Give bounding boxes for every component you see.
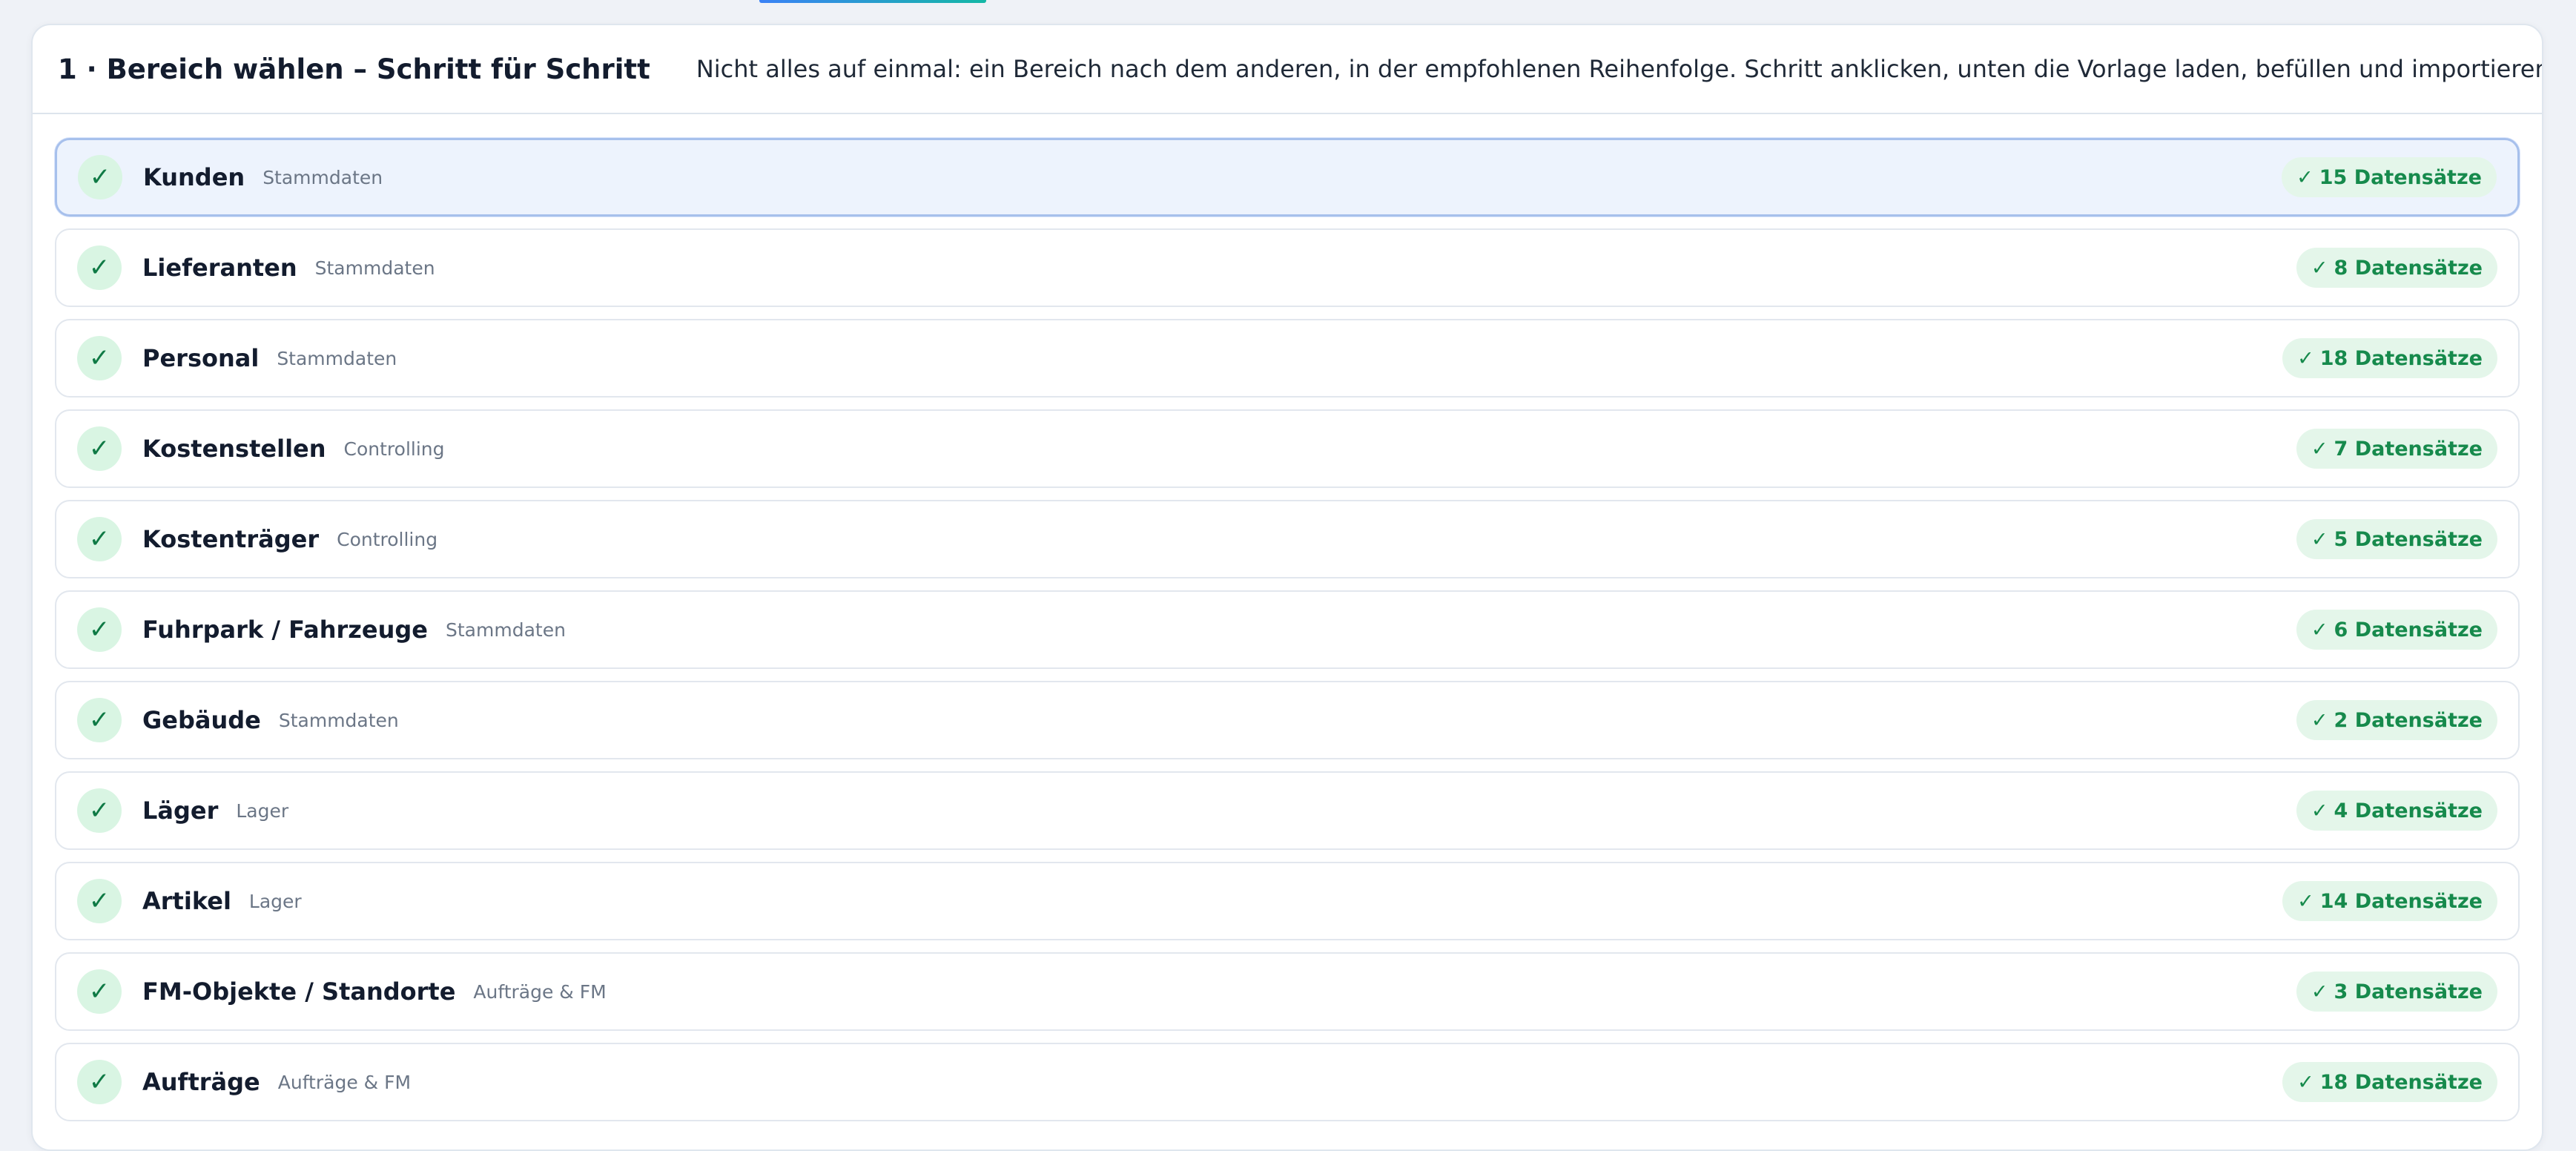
record-count-label: 4 Datensätze [2334,799,2483,822]
record-count-label: 18 Datensätze [2319,1070,2483,1094]
area-title: Artikel [142,887,231,915]
area-title: Fuhrpark / Fahrzeuge [142,616,428,644]
check-icon: ✓ [77,426,122,471]
record-count-label: 6 Datensätze [2334,618,2483,642]
record-count-badge: ✓ 15 Datensätze [2282,157,2497,197]
area-title: Lieferanten [142,254,297,282]
record-count-label: 18 Datensätze [2319,346,2483,370]
area-item-fuhrpark[interactable]: ✓ Fuhrpark / Fahrzeuge Stammdaten ✓ 6 Dat… [55,590,2520,669]
record-count-label: 8 Datensätze [2334,256,2483,280]
check-icon: ✓ [77,517,122,561]
check-icon: ✓ [77,969,122,1014]
record-count-label: 5 Datensätze [2334,527,2483,551]
area-selection-panel: 1 · Bereich wählen – Schritt für Schritt… [31,24,2543,1151]
check-icon: ✓ [2311,799,2328,822]
area-item-lieferanten[interactable]: ✓ Lieferanten Stammdaten ✓ 8 Datensätze [55,228,2520,307]
area-title: FM-Objekte / Standorte [142,977,456,1006]
area-item-kunden[interactable]: ✓ Kunden Stammdaten ✓ 15 Datensätze [55,138,2520,217]
area-category: Lager [248,890,302,912]
area-title: Kostenträger [142,525,320,553]
area-title: Läger [142,797,219,825]
area-category: Stammdaten [446,619,566,641]
check-icon: ✓ [2296,165,2314,189]
check-icon: ✓ [77,879,122,923]
active-tab-indicator [759,0,986,3]
record-count-label: 2 Datensätze [2334,708,2483,732]
record-count-label: 3 Datensätze [2334,980,2483,1003]
area-category: Controlling [343,438,445,460]
check-icon: ✓ [78,155,122,199]
area-item-fm-objekte[interactable]: ✓ FM-Objekte / Standorte Aufträge & FM ✓… [55,952,2520,1031]
area-title: Kostenstellen [142,435,326,463]
check-icon: ✓ [77,245,122,290]
area-category: Stammdaten [277,347,397,369]
check-icon: ✓ [2297,1070,2314,1094]
area-item-gebaeude[interactable]: ✓ Gebäude Stammdaten ✓ 2 Datensätze [55,681,2520,759]
area-item-laeger[interactable]: ✓ Läger Lager ✓ 4 Datensätze [55,771,2520,850]
record-count-label: 14 Datensätze [2319,889,2483,913]
area-title: Gebäude [142,706,261,734]
check-icon: ✓ [77,1060,122,1104]
area-category: Stammdaten [278,709,399,731]
area-category: Lager [236,799,289,822]
record-count-label: 15 Datensätze [2319,165,2482,189]
check-icon: ✓ [2311,618,2328,642]
check-icon: ✓ [2311,527,2328,551]
area-category: Aufträge & FM [473,980,607,1003]
area-list: ✓ Kunden Stammdaten ✓ 15 Datensätze ✓ Lie… [33,138,2542,1121]
record-count-badge: ✓ 3 Datensätze [2296,972,2497,1012]
check-icon: ✓ [2311,256,2328,280]
check-icon: ✓ [77,698,122,742]
check-icon: ✓ [2311,708,2328,732]
record-count-badge: ✓ 8 Datensätze [2296,248,2497,288]
check-icon: ✓ [77,336,122,380]
area-category: Stammdaten [314,257,435,279]
record-count-badge: ✓ 14 Datensätze [2282,881,2497,921]
check-icon: ✓ [2311,980,2328,1003]
record-count-badge: ✓ 6 Datensätze [2296,610,2497,650]
record-count-badge: ✓ 5 Datensätze [2296,519,2497,559]
area-item-artikel[interactable]: ✓ Artikel Lager ✓ 14 Datensätze [55,862,2520,940]
check-icon: ✓ [2311,437,2328,461]
check-icon: ✓ [77,607,122,652]
record-count-label: 7 Datensätze [2334,437,2483,461]
panel-hint: Nicht alles auf einmal: ein Bereich nach… [696,55,2543,83]
record-count-badge: ✓ 2 Datensätze [2296,700,2497,740]
check-icon: ✓ [2297,889,2314,913]
area-item-kostenstellen[interactable]: ✓ Kostenstellen Controlling ✓ 7 Datensätz… [55,409,2520,488]
record-count-badge: ✓ 4 Datensätze [2296,791,2497,831]
area-item-kostentraeger[interactable]: ✓ Kostenträger Controlling ✓ 5 Datensätze [55,500,2520,578]
area-title: Personal [142,344,260,372]
area-category: Controlling [337,528,438,550]
check-icon: ✓ [77,788,122,833]
panel-title: 1 · Bereich wählen – Schritt für Schritt [58,53,650,85]
record-count-badge: ✓ 18 Datensätze [2282,1062,2497,1102]
area-title: Kunden [143,163,245,191]
area-category: Stammdaten [262,166,383,188]
area-category: Aufträge & FM [277,1071,412,1093]
area-title: Aufträge [142,1068,260,1096]
record-count-badge: ✓ 18 Datensätze [2282,338,2497,378]
panel-header: 1 · Bereich wählen – Schritt für Schritt… [33,25,2542,114]
check-icon: ✓ [2297,346,2314,370]
record-count-badge: ✓ 7 Datensätze [2296,429,2497,469]
area-item-personal[interactable]: ✓ Personal Stammdaten ✓ 18 Datensätze [55,319,2520,398]
area-item-auftraege[interactable]: ✓ Aufträge Aufträge & FM ✓ 18 Datensätze [55,1043,2520,1121]
